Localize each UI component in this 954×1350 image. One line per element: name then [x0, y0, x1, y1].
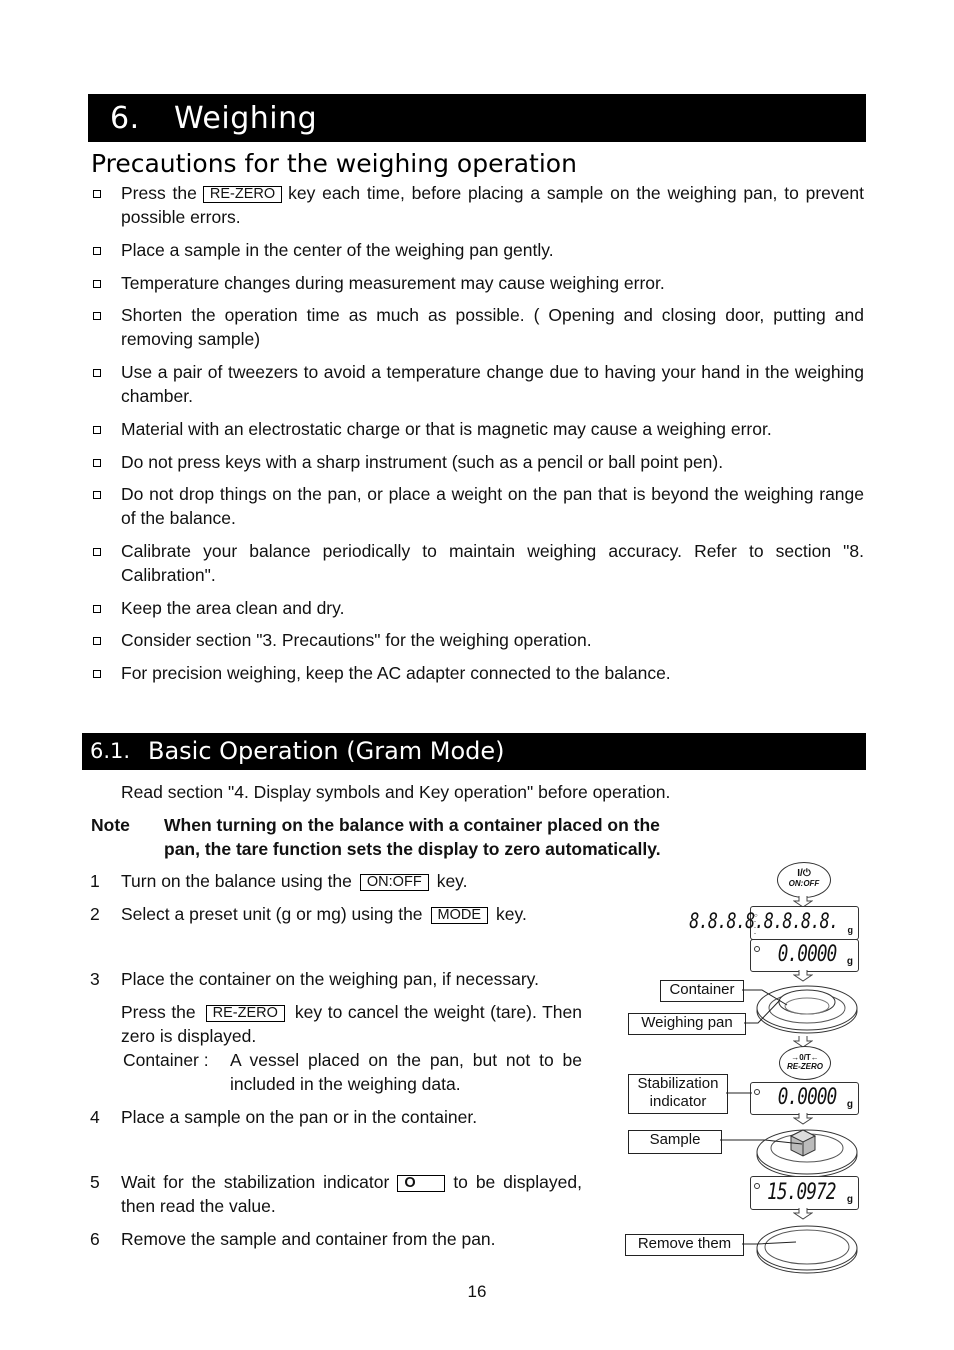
list-item: Do not press keys with a sharp instrumen… [90, 450, 864, 474]
list-item: Material with an electrostatic charge or… [90, 417, 864, 441]
bullet-square-icon [93, 459, 101, 467]
bullet-square-icon [93, 637, 101, 645]
display-zero: 0.0000 g [750, 939, 859, 972]
bullet-square-icon [93, 426, 101, 434]
step-4: 4 Place a sample on the pan or in the co… [90, 1107, 478, 1127]
list-item: Use a pair of tweezers to avoid a temper… [90, 360, 864, 408]
re-zero-key-label: RE-ZERO [205, 1005, 285, 1022]
re-zero-key-label: RE-ZERO [202, 186, 283, 203]
step-5: 5 Wait for the stabilization indicator Ot… [90, 1172, 582, 1216]
display-sample-weight: 15.0972 g [750, 1176, 859, 1210]
stabilization-indicator-icon [754, 1089, 760, 1095]
display-value: 15.0972 [767, 1180, 836, 1205]
bullet-square-icon [93, 312, 101, 320]
bullet-square-icon [93, 247, 101, 255]
step-3: 3 Place the container on the weighing pa… [90, 969, 539, 989]
re-zero-key-icon: →0/T← RE-ZERO [779, 1046, 831, 1080]
bullet-square-icon [93, 670, 101, 678]
display-value: 0.0000 [777, 1085, 837, 1110]
note-line-1: When turning on the balance with a conta… [164, 815, 660, 835]
subsection-title: Basic Operation (Gram Mode) [148, 737, 505, 765]
list-item: Press the RE-ZERO key each time, before pl… [90, 181, 864, 229]
bullet-square-icon [93, 548, 101, 556]
bullet-square-icon [93, 491, 101, 499]
list-item: Do not drop things on the pan, or place … [90, 482, 864, 530]
list-item: Consider section "3. Precautions" for th… [90, 628, 864, 652]
display-value: 8.8.8.8.8.8.8.8. [688, 909, 839, 933]
bullet-square-icon [93, 605, 101, 613]
on-off-key-icon: I/⏻ ON:OFF [777, 862, 831, 898]
section-title: Weighing [174, 101, 318, 136]
list-item: Temperature changes during measurement m… [90, 271, 864, 295]
intro-text: Read section "4. Display symbols and Key… [121, 782, 671, 802]
step-3-tare: Press the RE-ZERO key to cancel the weight… [121, 1002, 582, 1046]
container-term: Container : [123, 1050, 209, 1070]
display-value: 0.0000 [777, 942, 837, 967]
subsection-number: 6.1. [90, 739, 131, 763]
on-off-key-label: ON:OFF [359, 874, 429, 891]
list-item: Keep the area clean and dry. [90, 596, 864, 620]
sample-label: Sample [628, 1130, 722, 1154]
list-item: Place a sample in the center of the weig… [90, 238, 864, 262]
weighing-pan-label: Weighing pan [628, 1013, 746, 1035]
empty-weighing-pan-icon [756, 1225, 858, 1274]
stabilization-indicator-icon [754, 1183, 760, 1189]
bullet-square-icon [93, 369, 101, 377]
display-unit: g [847, 925, 854, 935]
container-label: Container [660, 980, 744, 1002]
stabilization-indicator-icon [754, 946, 760, 952]
subsection-heading-bar: 6.1. Basic Operation (Gram Mode) [82, 733, 866, 770]
note-line-2: pan, the tare function sets the display … [164, 839, 661, 859]
section-number: 6. [110, 101, 140, 136]
step-1: 1 Turn on the balance using the ON:OFF key… [90, 871, 468, 891]
list-item: Calibrate your balance periodically to m… [90, 539, 864, 587]
display-all-segments: ○ - - - 8.8.8.8.8.8.8.8. g [689, 906, 859, 940]
stabilization-indicator-key-label: O [397, 1175, 446, 1192]
step-6: 6 Remove the sample and container from t… [90, 1229, 496, 1249]
list-item: Shorten the operation time as much as po… [90, 303, 864, 351]
bullet-square-icon [93, 190, 101, 198]
remove-them-label: Remove them [625, 1234, 744, 1256]
list-item: For precision weighing, keep the AC adap… [90, 661, 864, 685]
step-2: 2 Select a preset unit (g or mg) using t… [90, 904, 527, 924]
section-heading-bar: 6. Weighing [88, 94, 866, 142]
bullet-square-icon [93, 280, 101, 288]
display-unit: g [846, 1194, 853, 1205]
container-definition: A vessel placed on the pan, but not to b… [230, 1050, 582, 1094]
display-unit: g [846, 956, 853, 967]
stabilization-indicator-label: Stabilization indicator [628, 1074, 728, 1114]
display-unit: g [846, 1099, 853, 1110]
display-stable-zero: 0.0000 g [750, 1082, 859, 1115]
note-label: Note [91, 815, 130, 835]
page-number: 16 [467, 1282, 487, 1301]
precautions-heading: Precautions for the weighing operation [91, 149, 577, 178]
weighing-pan-with-sample-icon [756, 1129, 858, 1178]
mode-key-label: MODE [430, 907, 489, 924]
